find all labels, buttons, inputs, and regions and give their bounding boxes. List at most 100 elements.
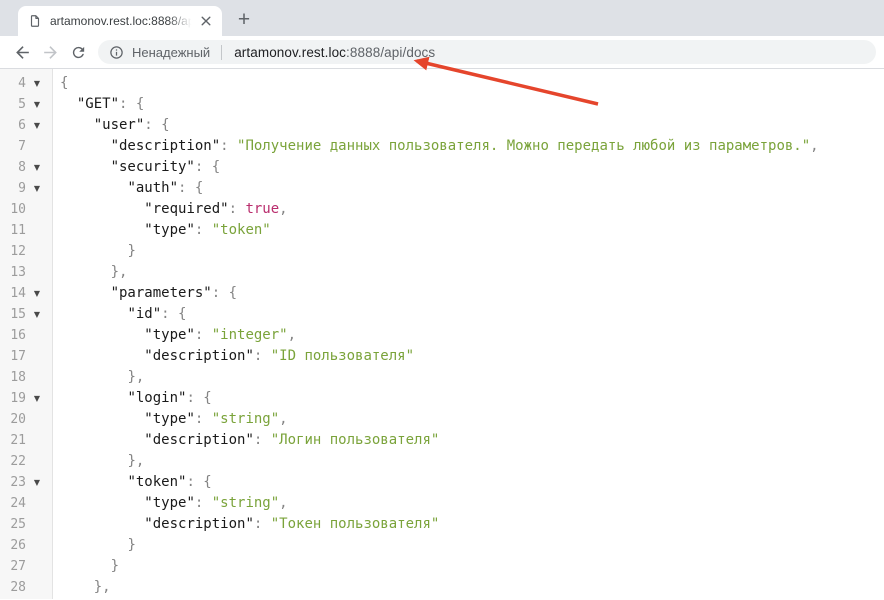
reload-icon <box>70 44 87 61</box>
json-code: "auth": { <box>52 178 203 199</box>
json-line: 27 } <box>0 556 884 577</box>
line-number: 28 <box>0 577 26 598</box>
json-punctuation: }, <box>127 369 144 385</box>
line-number: 20 <box>0 409 26 430</box>
line-number: 23 <box>0 472 26 493</box>
json-code: { <box>52 73 68 94</box>
line-number: 13 <box>0 262 26 283</box>
json-code: "GET": { <box>52 94 144 115</box>
json-punctuation: , <box>810 138 818 154</box>
collapse-toggle-icon[interactable]: ▼ <box>26 472 48 493</box>
line-number: 16 <box>0 325 26 346</box>
collapse-toggle-icon[interactable]: ▼ <box>26 115 48 136</box>
json-code: "security": { <box>52 157 220 178</box>
json-line: 7 "description": "Получение данных польз… <box>0 136 884 157</box>
collapse-toggle-icon[interactable]: ▼ <box>26 304 48 325</box>
new-tab-button[interactable]: + <box>230 5 258 33</box>
json-key: "description" <box>144 348 254 364</box>
line-number: 21 <box>0 430 26 451</box>
collapse-toggle-icon[interactable]: ▼ <box>26 73 48 94</box>
json-line: 9▼ "auth": { <box>0 178 884 199</box>
json-key: "type" <box>144 495 195 511</box>
json-line: 22 }, <box>0 451 884 472</box>
json-punctuation: : { <box>161 306 186 322</box>
collapse-toggle-icon[interactable]: ▼ <box>26 283 48 304</box>
json-punctuation: } <box>127 243 135 259</box>
security-label[interactable]: Ненадежный <box>132 45 210 60</box>
json-string: "Получение данных пользователя. Можно пе… <box>237 138 810 154</box>
json-string: "Логин пользователя" <box>271 432 440 448</box>
reload-button[interactable] <box>64 38 92 66</box>
line-number: 7 <box>0 136 26 157</box>
info-icon[interactable] <box>109 45 124 60</box>
json-code: "user": { <box>52 115 170 136</box>
json-line: 24 "type": "string", <box>0 493 884 514</box>
line-gutter: 18 <box>0 367 52 388</box>
tab-close-button[interactable] <box>198 13 214 29</box>
json-line: 5▼ "GET": { <box>0 94 884 115</box>
line-number: 5 <box>0 94 26 115</box>
line-gutter: 13 <box>0 262 52 283</box>
forward-button[interactable] <box>36 38 64 66</box>
line-number: 6 <box>0 115 26 136</box>
json-line: 13 }, <box>0 262 884 283</box>
json-code: "description": "Получение данных пользов… <box>52 136 819 157</box>
collapse-toggle-icon[interactable]: ▼ <box>26 157 48 178</box>
json-code: } <box>52 556 119 577</box>
line-gutter: 27 <box>0 556 52 577</box>
json-key: "login" <box>127 390 186 406</box>
collapse-toggle-icon[interactable]: ▼ <box>26 94 48 115</box>
line-gutter: 26 <box>0 535 52 556</box>
json-line: 10 "required": true, <box>0 199 884 220</box>
json-code: "type": "integer", <box>52 325 296 346</box>
line-gutter: 14▼ <box>0 283 52 304</box>
json-string: "token" <box>212 222 271 238</box>
line-number: 4 <box>0 73 26 94</box>
browser-tab[interactable]: artamonov.rest.loc:8888/api/d <box>18 6 222 36</box>
json-punctuation: : { <box>144 117 169 133</box>
json-key: "description" <box>111 138 221 154</box>
line-number: 18 <box>0 367 26 388</box>
json-punctuation: } <box>127 537 135 553</box>
tab-title: artamonov.rest.loc:8888/api/d <box>50 13 194 29</box>
json-code: "type": "string", <box>52 409 288 430</box>
json-code: "description": "Логин пользователя" <box>52 430 439 451</box>
json-code: } <box>52 241 136 262</box>
json-punctuation: : <box>195 495 212 511</box>
line-gutter: 24 <box>0 493 52 514</box>
json-key: "parameters" <box>111 285 212 301</box>
collapse-toggle-icon[interactable]: ▼ <box>26 178 48 199</box>
line-gutter: 16 <box>0 325 52 346</box>
json-key: "security" <box>111 159 195 175</box>
collapse-toggle-icon[interactable]: ▼ <box>26 388 48 409</box>
json-viewer: 4▼{5▼ "GET": {6▼ "user": {7 "description… <box>0 69 884 599</box>
json-key: "type" <box>144 411 195 427</box>
url-text: artamonov.rest.loc:8888/api/docs <box>234 45 435 60</box>
json-line: 12 } <box>0 241 884 262</box>
back-button[interactable] <box>8 38 36 66</box>
json-punctuation: { <box>60 75 68 91</box>
address-bar[interactable]: Ненадежный artamonov.rest.loc:8888/api/d… <box>98 40 876 64</box>
json-code: }, <box>52 367 144 388</box>
line-gutter: 23▼ <box>0 472 52 493</box>
json-line: 16 "type": "integer", <box>0 325 884 346</box>
json-code: "id": { <box>52 304 186 325</box>
line-gutter: 21 <box>0 430 52 451</box>
json-string: "Токен пользователя" <box>271 516 440 532</box>
line-number: 24 <box>0 493 26 514</box>
json-key: "auth" <box>127 180 178 196</box>
json-punctuation: , <box>288 327 296 343</box>
line-number: 22 <box>0 451 26 472</box>
json-line: 15▼ "id": { <box>0 304 884 325</box>
browser-window: artamonov.rest.loc:8888/api/d + <box>0 0 884 599</box>
gutter-divider <box>52 69 53 599</box>
line-number: 8 <box>0 157 26 178</box>
line-gutter: 5▼ <box>0 94 52 115</box>
line-gutter: 20 <box>0 409 52 430</box>
line-number: 19 <box>0 388 26 409</box>
line-gutter: 11 <box>0 220 52 241</box>
json-line: 6▼ "user": { <box>0 115 884 136</box>
json-code: }, <box>52 451 144 472</box>
line-gutter: 7 <box>0 136 52 157</box>
json-punctuation: : <box>254 516 271 532</box>
